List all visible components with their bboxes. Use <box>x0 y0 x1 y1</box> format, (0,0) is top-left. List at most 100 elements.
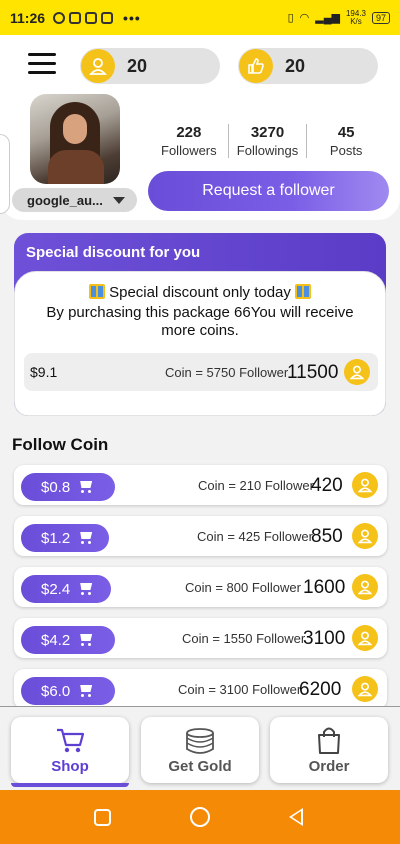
request-follower-button[interactable]: Request a follower <box>148 171 389 211</box>
discount-headline-text: Special discount only today <box>109 284 291 301</box>
discount-price: $9.1 <box>30 364 58 380</box>
shopping-bag-icon <box>318 727 340 754</box>
buy-button[interactable]: $6.0 <box>21 677 115 705</box>
buy-button[interactable]: $4.2 <box>21 626 115 654</box>
stat-posts: 45 Posts <box>306 124 385 158</box>
package-row[interactable]: $1.2 Coin = 425 Follower 850 <box>14 516 387 556</box>
cart-icon <box>78 531 94 545</box>
user-coin-icon <box>352 523 378 549</box>
stat-followings: 3270 Followings <box>227 124 307 158</box>
user-coin-icon <box>352 676 378 702</box>
package-amount: 6200 <box>299 679 342 700</box>
tab-get-gold[interactable]: Get Gold <box>141 717 259 783</box>
tab-label: Order <box>308 758 350 775</box>
user-coin-icon <box>81 49 115 83</box>
package-amount: 3100 <box>303 628 346 649</box>
discount-follower-amount: 11500 <box>287 362 339 383</box>
follow-coin-balance[interactable]: 20 <box>80 48 220 84</box>
like-coin-count: 20 <box>285 55 306 76</box>
stat-value: 3270 <box>250 124 285 141</box>
package-coin-text: Coin = 1550 Follower <box>182 631 306 646</box>
discount-package-row[interactable]: $9.1 Coin = 5750 Follower 11500 <box>24 353 378 391</box>
package-price: $0.8 <box>41 478 71 496</box>
package-row[interactable]: $2.4 Coin = 800 Follower 1600 <box>14 567 387 607</box>
play-icon <box>69 11 82 24</box>
discount-body: Special discount only today By purchasin… <box>14 271 386 416</box>
vibrate-icon: ▯ <box>287 12 294 24</box>
like-coin-balance[interactable]: 20 <box>238 48 378 84</box>
package-coin-text: Coin = 800 Follower <box>185 580 301 595</box>
package-price: $6.0 <box>41 682 71 700</box>
user-coin-icon <box>352 472 378 498</box>
menu-icon[interactable] <box>28 53 56 75</box>
buy-button[interactable]: $2.4 <box>21 575 111 603</box>
package-list: $0.8 Coin = 210 Follower 420 $1.2 Coin =… <box>0 460 400 706</box>
package-coin-text: Coin = 3100 Follower <box>178 682 302 697</box>
stat-value: 45 <box>337 124 355 141</box>
buy-button[interactable]: $0.8 <box>21 473 115 501</box>
stat-value: 228 <box>176 124 202 141</box>
tab-shop[interactable]: Shop <box>11 717 129 787</box>
package-price: $1.2 <box>41 529 71 547</box>
follow-coin-count: 20 <box>127 55 148 76</box>
side-tab[interactable] <box>0 134 10 214</box>
net-speed-unit: K/s <box>350 16 362 26</box>
coin-stack-icon <box>186 728 214 754</box>
user-coin-icon <box>352 574 378 600</box>
account-switcher[interactable]: google_au... <box>12 188 137 212</box>
system-navigation-bar <box>0 790 400 844</box>
follow-coin-title: Follow Coin <box>12 435 109 454</box>
image-icon <box>101 11 114 24</box>
system-icons: ▯ ◠ ▂▄▆ 194.3 K/s 97 <box>287 9 390 26</box>
home-icon[interactable] <box>190 807 210 827</box>
package-coin-text: Coin = 210 Follower <box>198 478 314 493</box>
stat-followers: 228 Followers <box>150 124 228 158</box>
thumbs-up-coin-icon <box>239 49 273 83</box>
stat-label: Followers <box>161 143 217 158</box>
special-discount-card: Special discount for you Special discoun… <box>14 233 386 416</box>
stat-label: Followings <box>236 143 299 158</box>
discount-headline: Special discount only today <box>15 284 385 301</box>
more-notifications-icon: ••• <box>123 9 141 26</box>
active-tab-indicator <box>11 783 129 787</box>
tab-label: Get Gold <box>168 758 232 775</box>
back-icon[interactable] <box>289 808 303 826</box>
wifi-icon: ◠ <box>299 12 310 24</box>
tab-label: Shop <box>51 758 89 775</box>
battery-icon: 97 <box>371 11 390 24</box>
package-amount: 420 <box>311 475 343 496</box>
signal-icon: ▂▄▆ <box>315 12 340 24</box>
stat-label: Posts <box>329 143 363 158</box>
tab-order[interactable]: Order <box>270 717 388 783</box>
cart-icon <box>78 684 94 698</box>
clock: 11:26 <box>10 9 46 26</box>
username-label: google_au... <box>27 192 103 208</box>
shopping-cart-icon <box>57 728 85 753</box>
status-bar: 11:26 ••• ▯ ◠ ▂▄▆ 194.3 K/s 97 <box>0 0 400 35</box>
user-coin-icon <box>344 359 370 385</box>
cart-icon <box>78 582 94 596</box>
package-amount: 1600 <box>303 577 346 598</box>
chevron-down-icon <box>113 197 125 204</box>
package-price: $4.2 <box>41 631 71 649</box>
youtube-icon <box>85 11 98 24</box>
discount-description: By purchasing this package 66You will re… <box>46 304 354 339</box>
user-coin-icon <box>352 625 378 651</box>
message-icon <box>53 11 66 24</box>
discount-title: Special discount for you <box>26 244 201 261</box>
discount-coin-text: Coin = 5750 Follower <box>165 365 289 380</box>
cart-icon <box>78 633 94 647</box>
profile-stats: 228 Followers 3270 Followings 45 Posts <box>150 124 385 158</box>
package-row[interactable]: $6.0 Coin = 3100 Follower 6200 <box>14 669 387 706</box>
package-row[interactable]: $4.2 Coin = 1550 Follower 3100 <box>14 618 387 658</box>
package-row[interactable]: $0.8 Coin = 210 Follower 420 <box>14 465 387 505</box>
buy-button[interactable]: $1.2 <box>21 524 109 552</box>
profile-avatar[interactable] <box>30 94 120 184</box>
package-amount: 850 <box>311 526 343 547</box>
package-price: $2.4 <box>41 580 71 598</box>
gift-icon <box>88 284 105 299</box>
package-coin-text: Coin = 425 Follower <box>197 529 313 544</box>
bottom-navigation: Shop Get Gold Order <box>0 706 400 790</box>
notification-icons: ••• <box>53 10 141 26</box>
recent-apps-icon[interactable] <box>94 809 111 826</box>
